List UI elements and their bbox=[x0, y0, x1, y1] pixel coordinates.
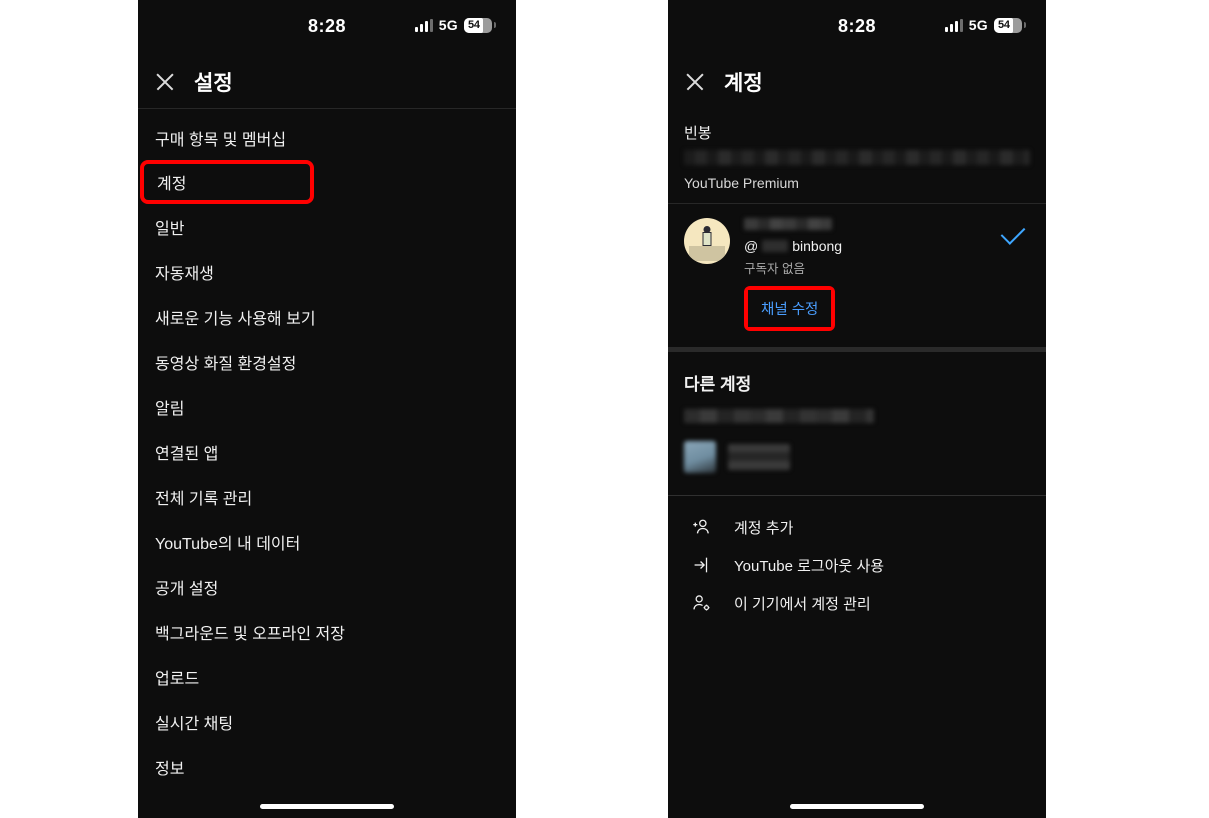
settings-item-label: 구매 항목 및 멤버십 bbox=[155, 131, 287, 149]
action-add-account[interactable]: 계정 추가 bbox=[668, 508, 1046, 546]
sign-out-icon bbox=[690, 554, 712, 576]
settings-item-label: 자동재생 bbox=[155, 265, 214, 283]
settings-item-connected-apps[interactable]: 연결된 앱 bbox=[138, 429, 516, 474]
settings-item-privacy[interactable]: 공개 설정 bbox=[138, 564, 516, 609]
settings-item-try-new-features[interactable]: 새로운 기능 사용해 보기 bbox=[138, 294, 516, 339]
other-accounts-heading: 다른 계정 bbox=[684, 375, 752, 394]
other-account-row[interactable] bbox=[668, 423, 1046, 473]
settings-item-manage-history[interactable]: 전체 기록 관리 bbox=[138, 474, 516, 519]
home-indicator[interactable] bbox=[260, 804, 394, 809]
subscriber-count: 구독자 없음 bbox=[744, 262, 805, 276]
channel-handle: @ binbong bbox=[744, 238, 1030, 254]
close-icon[interactable] bbox=[684, 71, 706, 93]
account-summary: 빈봉 YouTube Premium bbox=[668, 108, 1046, 203]
other-account-avatar-redacted bbox=[684, 441, 716, 473]
settings-item-label: 백그라운드 및 오프라인 저장 bbox=[155, 625, 345, 643]
action-sign-out[interactable]: YouTube 로그아웃 사용 bbox=[668, 546, 1046, 584]
avatar-body bbox=[702, 232, 712, 246]
settings-item-background-downloads[interactable]: 백그라운드 및 오프라인 저장 bbox=[138, 609, 516, 654]
network-type-label: 5G bbox=[968, 17, 988, 33]
account-email-redacted bbox=[684, 150, 1030, 165]
settings-item-label: 동영상 화질 환경설정 bbox=[155, 355, 297, 373]
battery-icon: 54 bbox=[994, 17, 1026, 33]
page-title: 계정 bbox=[724, 72, 763, 95]
account-app-bar: 계정 bbox=[668, 56, 1046, 108]
edit-channel-highlight: 채널 수정 bbox=[744, 286, 836, 331]
account-actions: 계정 추가 YouTube 로그아웃 사용 이 기기에서 계정 관리 bbox=[668, 496, 1046, 622]
settings-item-live-chat[interactable]: 실시간 채팅 bbox=[138, 699, 516, 744]
settings-screen: 8:28 5G 54 설정 구매 항목 및 멤버십 계정 일반 자동재생 새로운… bbox=[138, 0, 516, 818]
settings-item-video-quality[interactable]: 동영상 화질 환경설정 bbox=[138, 339, 516, 384]
battery-percent-label: 54 bbox=[998, 19, 1010, 31]
account-screen: 8:28 5G 54 계정 빈봉 YouTube Premium @ binbo… bbox=[668, 0, 1046, 818]
close-icon[interactable] bbox=[154, 71, 176, 93]
settings-item-label: 업로드 bbox=[155, 670, 200, 688]
home-indicator[interactable] bbox=[790, 804, 924, 809]
avatar-desk bbox=[689, 246, 725, 261]
handle-suffix: binbong bbox=[792, 238, 843, 254]
edit-channel-button[interactable]: 채널 수정 bbox=[748, 290, 832, 327]
settings-item-label: 알림 bbox=[155, 400, 185, 418]
channel-info: @ binbong 구독자 없음 bbox=[744, 216, 1030, 277]
action-label: 이 기기에서 계정 관리 bbox=[734, 595, 871, 613]
settings-item-account[interactable]: 계정 bbox=[140, 160, 314, 204]
settings-item-uploads[interactable]: 업로드 bbox=[138, 654, 516, 699]
action-manage-accounts[interactable]: 이 기기에서 계정 관리 bbox=[668, 584, 1046, 622]
settings-app-bar: 설정 bbox=[138, 56, 516, 108]
settings-item-general[interactable]: 일반 bbox=[138, 204, 516, 249]
status-bar-indicators: 5G 54 bbox=[944, 17, 1026, 33]
settings-item-notifications[interactable]: 알림 bbox=[138, 384, 516, 429]
battery-icon: 54 bbox=[464, 17, 496, 33]
settings-item-label: 실시간 채팅 bbox=[155, 715, 234, 733]
page-title: 설정 bbox=[194, 72, 233, 95]
settings-item-my-data[interactable]: YouTube의 내 데이터 bbox=[138, 519, 516, 564]
status-bar: 8:28 5G 54 bbox=[668, 0, 1046, 56]
membership-label: YouTube Premium bbox=[684, 175, 799, 191]
network-type-label: 5G bbox=[438, 17, 458, 33]
other-account-entry-redacted[interactable] bbox=[684, 409, 874, 423]
settings-item-label: 일반 bbox=[155, 220, 185, 238]
settings-item-purchases[interactable]: 구매 항목 및 멤버십 bbox=[138, 115, 516, 160]
person-add-icon bbox=[690, 516, 712, 538]
person-settings-icon bbox=[690, 592, 712, 614]
settings-item-label: 계정 bbox=[157, 176, 187, 193]
settings-item-label: 새로운 기능 사용해 보기 bbox=[155, 310, 316, 328]
signal-bars-icon bbox=[944, 18, 963, 32]
settings-item-label: 전체 기록 관리 bbox=[155, 490, 253, 508]
account-name: 빈봉 bbox=[684, 125, 712, 142]
handle-prefix: @ bbox=[744, 238, 759, 254]
channel-row[interactable]: @ binbong 구독자 없음 bbox=[668, 204, 1046, 277]
settings-item-autoplay[interactable]: 자동재생 bbox=[138, 249, 516, 294]
settings-item-label: 연결된 앱 bbox=[155, 445, 219, 463]
status-bar: 8:28 5G 54 bbox=[138, 0, 516, 56]
channel-name-redacted bbox=[744, 218, 832, 230]
signal-bars-icon bbox=[414, 18, 433, 32]
action-label: YouTube 로그아웃 사용 bbox=[734, 557, 885, 575]
action-label: 계정 추가 bbox=[734, 519, 794, 537]
avatar-illustration bbox=[684, 218, 730, 264]
settings-item-label: 정보 bbox=[155, 760, 185, 778]
settings-item-label: 공개 설정 bbox=[155, 580, 219, 598]
settings-item-about[interactable]: 정보 bbox=[138, 744, 516, 789]
other-account-text-redacted bbox=[728, 444, 790, 470]
status-bar-indicators: 5G 54 bbox=[414, 17, 496, 33]
settings-list: 구매 항목 및 멤버십 계정 일반 자동재생 새로운 기능 사용해 보기 동영상… bbox=[138, 109, 516, 789]
settings-item-label: YouTube의 내 데이터 bbox=[155, 535, 301, 553]
battery-percent-label: 54 bbox=[468, 19, 480, 31]
handle-redacted bbox=[762, 240, 789, 252]
